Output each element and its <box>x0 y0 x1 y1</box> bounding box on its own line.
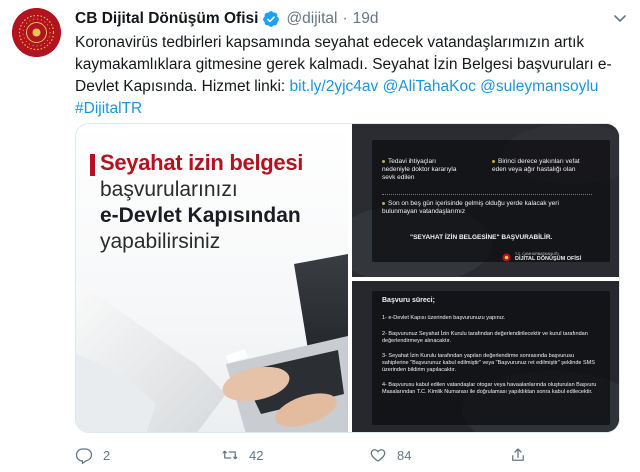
tweet-link[interactable]: bit.ly/2yjc4av <box>290 78 379 95</box>
reply-icon <box>75 448 93 464</box>
media-image-2[interactable]: Tedavi ihtiyaçları nedeniyle doktor kara… <box>352 124 619 277</box>
image-subheadline: başvurularınızı <box>100 178 238 201</box>
tweet-card[interactable]: CB Dijital Dönüşüm Ofisi @dijital · 19d … <box>0 0 640 472</box>
like-button[interactable]: 84 <box>369 446 411 464</box>
reply-button[interactable]: 2 <box>75 446 110 464</box>
like-count: 84 <box>397 447 412 463</box>
verified-badge-icon <box>263 11 280 27</box>
divider <box>382 194 592 195</box>
tweet-actions: 2 42 84 <box>75 443 620 467</box>
user-handle[interactable]: @dijital <box>286 10 337 28</box>
reply-count: 2 <box>103 447 111 463</box>
info-cta: "SEYAHAT İZİN BELGESİNE" BAŞVURABİLİR. <box>410 234 553 241</box>
mention-link[interactable]: @AliTahaKoc <box>383 78 476 95</box>
heart-icon <box>370 449 386 462</box>
share-icon <box>512 448 524 461</box>
tweet-time[interactable]: 19d <box>353 10 379 28</box>
process-title: Başvuru süreci; <box>382 297 435 304</box>
media-image-1[interactable]: Seyahat izin belgesi başvurularınızı e-D… <box>76 124 348 432</box>
hashtag-link[interactable]: #DijitalTR <box>75 100 142 117</box>
tweet-text: Koronavirüs tedbirleri kapsamında seyaha… <box>75 32 630 120</box>
bullet-icon <box>382 201 385 205</box>
chevron-down-icon[interactable] <box>612 10 628 26</box>
info-text: Son on beş gün içerisinde gelmiş olduğu … <box>382 200 559 215</box>
office-logo: T.C. CUMHURBAŞKANLIĞI DİJİTAL DÖNÜŞÜM OFİ… <box>502 252 581 262</box>
process-step: 1- e-Devlet Kapısı üzerinden başvurunuzu… <box>382 315 506 321</box>
presidential-seal-icon <box>12 8 61 57</box>
image-subheadline: e-Devlet Kapısından <box>100 204 301 227</box>
separator-dot: · <box>342 10 348 27</box>
tweet-header: CB Dijital Dönüşüm Ofisi @dijital · 19d <box>75 8 379 30</box>
bullet-icon <box>492 159 495 163</box>
info-text: Birinci derece yakınları vefat eden veya… <box>492 158 580 173</box>
info-text: Tedavi ihtiyaçları nedeniyle doktor kara… <box>382 158 457 181</box>
retweet-count: 42 <box>249 447 264 463</box>
avatar[interactable] <box>12 8 61 57</box>
process-step: 4- Başvurusu kabul edilen vatandaşlar ot… <box>382 382 597 395</box>
retweet-button[interactable]: 42 <box>221 446 263 464</box>
laptop-photo-illustration <box>76 254 348 432</box>
image-headline: Seyahat izin belgesi <box>100 150 304 175</box>
media-grid: Seyahat izin belgesi başvurularınızı e-D… <box>75 123 620 433</box>
mention-link[interactable]: @suleymansoylu <box>480 78 598 95</box>
office-logo-text: T.C. CUMHURBAŞKANLIĞI DİJİTAL DÖNÜŞÜM OFİ… <box>515 252 582 262</box>
process-step: 3- Seyahat İzin Kurulu tarafından yapıla… <box>382 353 595 373</box>
display-name[interactable]: CB Dijital Dönüşüm Ofisi <box>75 10 258 28</box>
share-button[interactable] <box>509 446 527 464</box>
media-image-3[interactable]: Başvuru süreci; 1- e-Devlet Kapısı üzeri… <box>352 281 619 432</box>
retweet-icon <box>222 450 238 460</box>
accent-bar <box>90 154 95 176</box>
bullet-icon <box>382 159 385 163</box>
process-step: 2- Başvurunuz Seyahat İzin Kurulu tarafı… <box>382 331 588 344</box>
seal-icon <box>502 252 511 262</box>
